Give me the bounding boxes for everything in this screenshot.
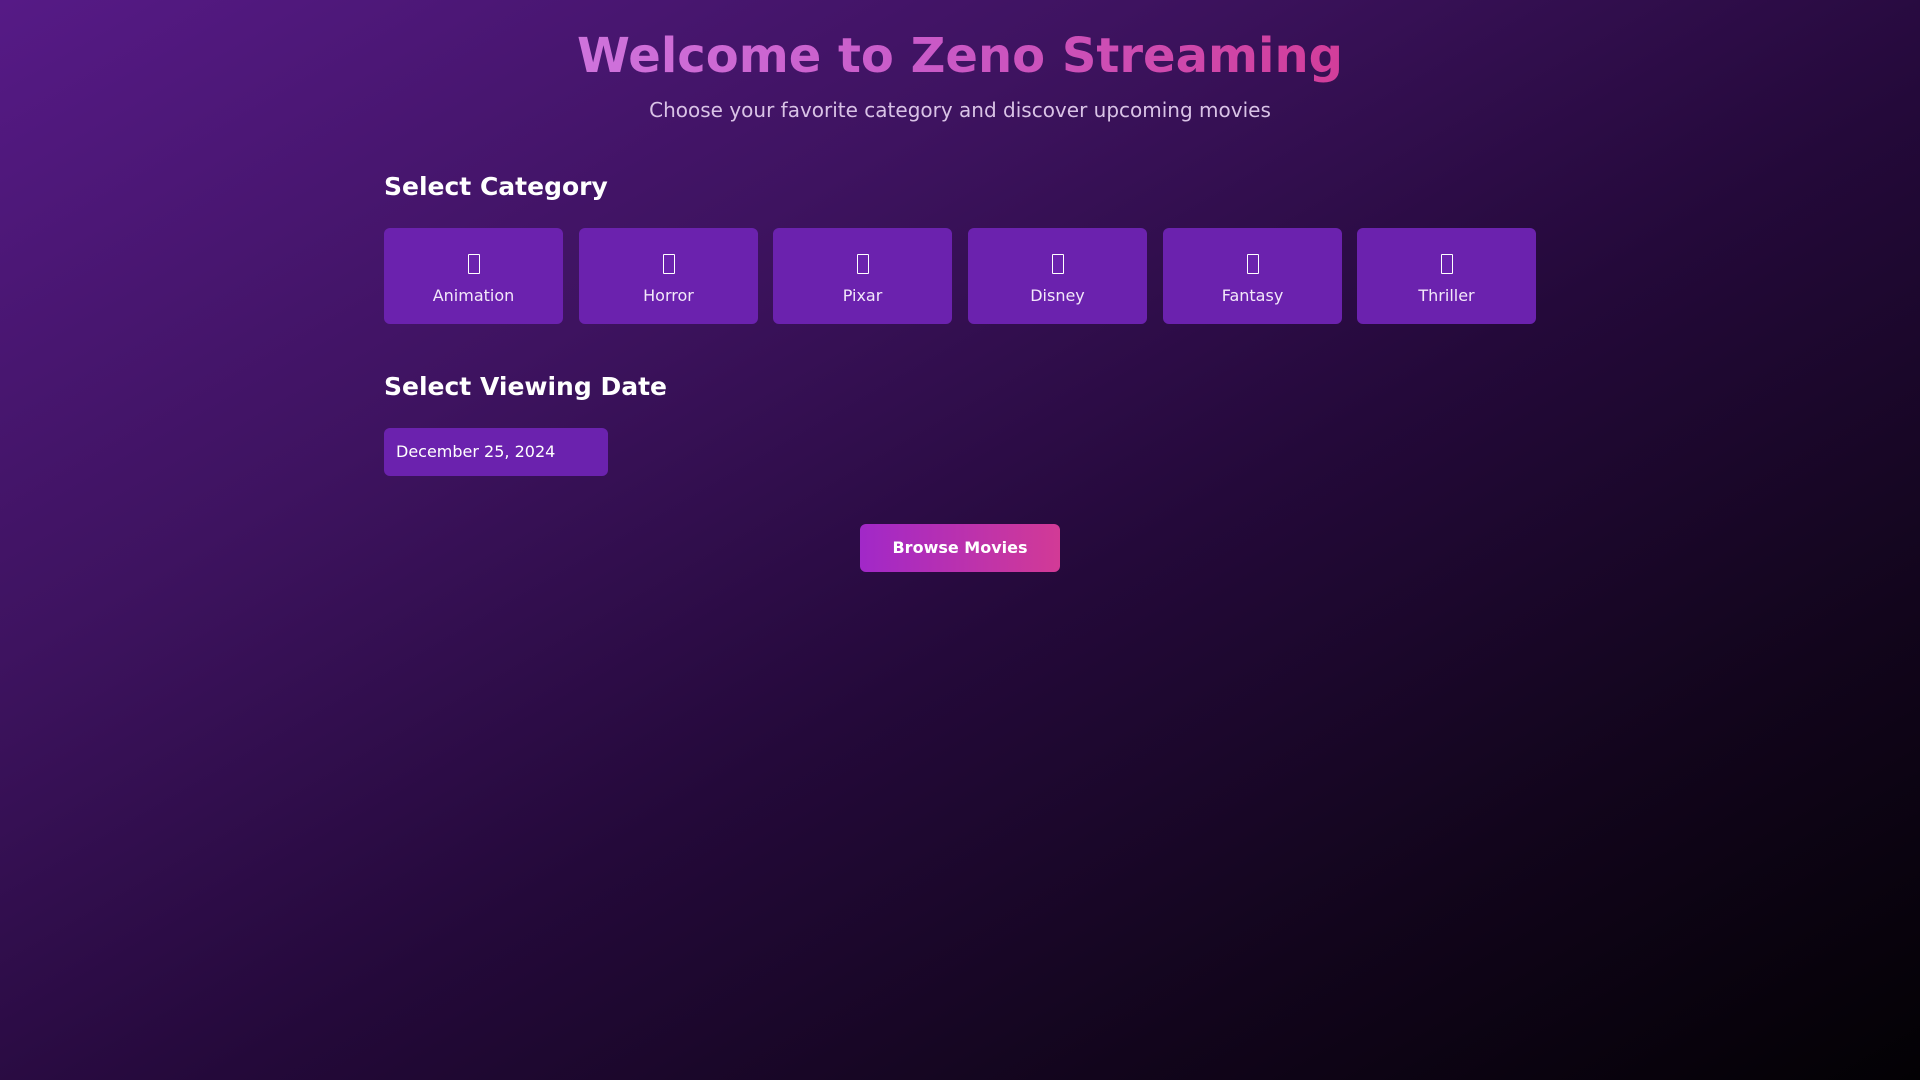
category-label: Animation [432, 286, 515, 305]
category-card-fantasy[interactable]: Fantasy [1163, 228, 1342, 324]
category-label: Disney [1030, 286, 1085, 305]
date-section-heading: Select Viewing Date [384, 372, 667, 401]
category-grid: Animation Horror Pixar Disney Fantasy Th… [384, 228, 1536, 324]
missing-glyph-icon [968, 248, 1147, 278]
missing-glyph-icon [579, 248, 758, 278]
viewing-date-picker[interactable]: December 25, 2024 [384, 428, 608, 476]
category-section-heading: Select Category [384, 172, 608, 201]
category-card-horror[interactable]: Horror [579, 228, 758, 324]
category-card-pixar[interactable]: Pixar [773, 228, 952, 324]
category-label: Pixar [842, 286, 883, 305]
missing-glyph-icon [773, 248, 952, 278]
category-label: Fantasy [1221, 286, 1284, 305]
missing-glyph-icon [1163, 248, 1342, 278]
missing-glyph-icon [384, 248, 563, 278]
category-card-animation[interactable]: Animation [384, 228, 563, 324]
category-card-disney[interactable]: Disney [968, 228, 1147, 324]
browse-movies-button[interactable]: Browse Movies [860, 524, 1060, 572]
category-card-thriller[interactable]: Thriller [1357, 228, 1536, 324]
main-content: Select Category Animation Horror Pixar D… [384, 0, 1536, 1080]
category-label: Thriller [1418, 286, 1475, 305]
category-label: Horror [643, 286, 694, 305]
missing-glyph-icon [1357, 248, 1536, 278]
